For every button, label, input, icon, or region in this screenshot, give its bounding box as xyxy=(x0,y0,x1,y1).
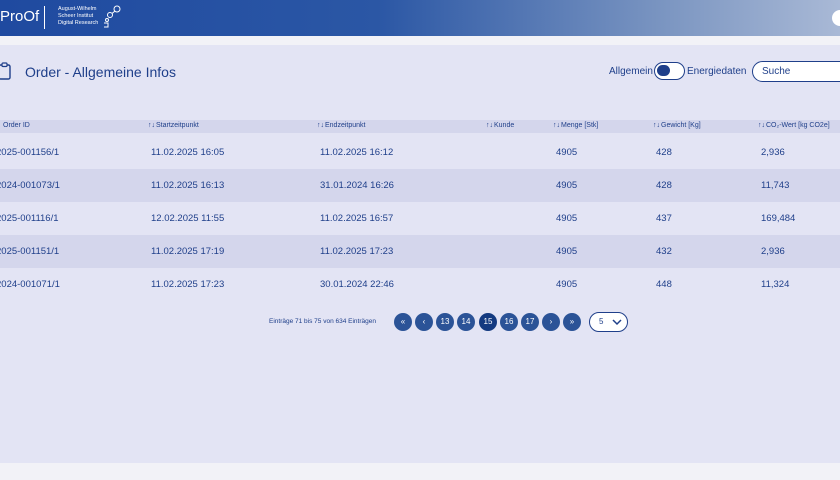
cell-start: 12.02.2025 11:55 xyxy=(151,213,225,224)
clipboard-icon xyxy=(0,62,11,80)
table-row[interactable]: 2025-001156/1 11.02.2025 16:05 11.02.202… xyxy=(0,136,840,169)
column-header-order-id[interactable]: Order ID xyxy=(3,122,30,129)
page-button-13[interactable]: 13 xyxy=(436,313,454,331)
cell-menge: 4905 xyxy=(556,147,578,158)
toggle-label-energiedaten[interactable]: Energiedaten xyxy=(687,66,747,77)
institute-line: Digital Research xyxy=(58,20,99,26)
column-header-kunde[interactable]: ↑↓Kunde xyxy=(486,122,514,129)
institute-logo: August-Wilhelm Scheer Institut Digital R… xyxy=(58,6,98,27)
page-button-14[interactable]: 14 xyxy=(457,313,475,331)
cell-co2: 2,936 xyxy=(761,147,785,158)
column-header-gewicht[interactable]: ↑↓Gewicht [Kg] xyxy=(653,122,701,129)
first-page-button[interactable]: « xyxy=(394,313,412,331)
rows-per-page-select[interactable]: 5 xyxy=(589,312,628,332)
cell-order-id: 2025-001116/1 xyxy=(0,213,59,224)
institute-line: August-Wilhelm xyxy=(58,6,97,12)
rows-per-page-value: 5 xyxy=(599,317,604,326)
page-button-16[interactable]: 16 xyxy=(500,313,518,331)
cell-menge: 4905 xyxy=(556,246,578,257)
brand-logo[interactable]: ProOf xyxy=(0,8,39,25)
cell-co2: 11,743 xyxy=(761,180,790,191)
last-page-button[interactable]: » xyxy=(563,313,581,331)
search-input[interactable]: Suche xyxy=(752,61,840,82)
column-header-menge[interactable]: ↑↓Menge [Stk] xyxy=(553,122,598,129)
cell-end: 31.01.2024 16:26 xyxy=(320,180,394,191)
cell-order-id: 2025-001151/1 xyxy=(0,246,60,257)
cell-end: 11.02.2025 16:12 xyxy=(320,147,394,158)
table-row[interactable]: 2024-001073/1 11.02.2025 16:13 31.01.202… xyxy=(0,169,840,202)
cell-start: 11.02.2025 16:05 xyxy=(151,147,225,158)
cell-menge: 4905 xyxy=(556,180,578,191)
sort-icon[interactable]: ↑↓ xyxy=(486,122,493,129)
cell-co2: 11,324 xyxy=(761,279,790,290)
sort-icon[interactable]: ↑↓ xyxy=(317,122,324,129)
toggle-knob[interactable] xyxy=(657,65,670,76)
cell-order-id: 2024-001073/1 xyxy=(0,180,60,191)
table-row[interactable]: 2025-001116/1 12.02.2025 11:55 11.02.202… xyxy=(0,202,840,235)
sort-icon[interactable]: ↑↓ xyxy=(758,122,765,129)
brand-divider xyxy=(44,6,45,29)
cell-end: 30.01.2024 22:46 xyxy=(320,279,394,290)
cell-co2: 2,936 xyxy=(761,246,785,257)
cell-order-id: 2024-001071/1 xyxy=(0,279,60,290)
column-header-startzeitpunkt[interactable]: ↑↓Startzeitpunkt xyxy=(148,122,199,129)
view-toggle[interactable] xyxy=(654,62,685,80)
cell-menge: 4905 xyxy=(556,213,578,224)
cell-order-id: 2025-001156/1 xyxy=(0,147,60,158)
cell-start: 11.02.2025 17:19 xyxy=(151,246,225,257)
cell-end: 11.02.2025 16:57 xyxy=(320,213,394,224)
sort-icon[interactable]: ↑↓ xyxy=(553,122,560,129)
prev-page-button[interactable]: ‹ xyxy=(415,313,433,331)
sort-icon[interactable]: ↑↓ xyxy=(148,122,155,129)
cell-gewicht: 437 xyxy=(656,213,672,224)
page-button-17[interactable]: 17 xyxy=(521,313,539,331)
cell-gewicht: 448 xyxy=(656,279,672,290)
next-page-button[interactable]: › xyxy=(542,313,560,331)
page-title: Order - Allgemeine Infos xyxy=(25,64,176,80)
cell-end: 11.02.2025 17:23 xyxy=(320,246,394,257)
chevron-down-icon xyxy=(612,319,622,326)
cell-start: 11.02.2025 16:13 xyxy=(151,180,225,191)
cell-menge: 4905 xyxy=(556,279,578,290)
table-header: Order ID ↑↓Startzeitpunkt ↑↓Endzeitpunkt… xyxy=(0,120,840,133)
cell-gewicht: 428 xyxy=(656,147,672,158)
molecule-logo-icon xyxy=(104,5,121,28)
institute-line: Scheer Institut xyxy=(58,13,94,19)
toggle-label-allgemein[interactable]: Allgemein xyxy=(609,66,653,77)
search-placeholder: Suche xyxy=(762,66,791,77)
cell-gewicht: 432 xyxy=(656,246,672,257)
cell-gewicht: 428 xyxy=(656,180,672,191)
top-bar: ProOf August-Wilhelm Scheer Institut Dig… xyxy=(0,0,840,36)
column-header-co2[interactable]: ↑↓CO₂-Wert [kg CO2e] xyxy=(758,122,830,129)
table-row[interactable]: 2024-001071/1 11.02.2025 17:23 30.01.202… xyxy=(0,268,840,301)
cell-co2: 169,484 xyxy=(761,213,796,224)
pagination-info: Einträge 71 bis 75 von 634 Einträgen xyxy=(269,318,376,325)
sort-icon[interactable]: ↑↓ xyxy=(653,122,660,129)
column-header-endzeitpunkt[interactable]: ↑↓Endzeitpunkt xyxy=(317,122,365,129)
table-row[interactable]: 2025-001151/1 11.02.2025 17:19 11.02.202… xyxy=(0,235,840,268)
cell-start: 11.02.2025 17:23 xyxy=(151,279,225,290)
page-button-15-active[interactable]: 15 xyxy=(479,313,497,331)
user-avatar[interactable] xyxy=(832,10,840,26)
